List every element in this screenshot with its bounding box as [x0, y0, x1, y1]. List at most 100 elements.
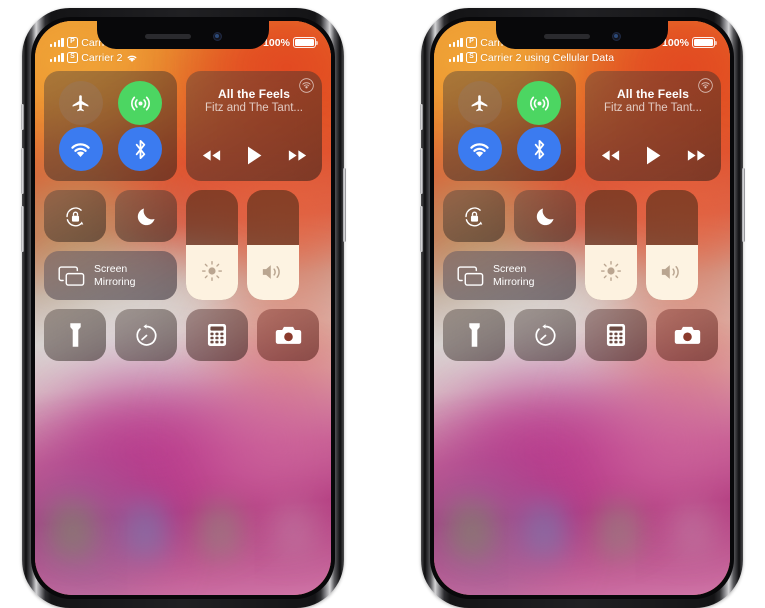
earpiece-speaker-icon — [543, 34, 590, 39]
calculator-button[interactable] — [585, 309, 647, 361]
brightness-slider[interactable] — [186, 190, 238, 300]
volume-icon — [262, 265, 280, 279]
wifi-toggle[interactable] — [58, 127, 103, 171]
now-playing-title: All the Feels — [218, 87, 290, 101]
mute-switch[interactable] — [419, 104, 423, 130]
screen-mirroring-label-line1: Screen — [493, 263, 527, 275]
signal-bars-sim1-icon — [449, 38, 463, 47]
cellular-data-toggle[interactable] — [118, 81, 163, 125]
phone-right-bezel: P Carrier 1 LTE 100% S Carrier 2 using C — [430, 17, 734, 599]
earpiece-speaker-icon — [144, 34, 191, 39]
rotation-lock-toggle[interactable] — [443, 190, 505, 242]
control-center-right: All the Feels Fitz and The Tant... Scree… — [434, 71, 730, 370]
cellular-data-toggle[interactable] — [517, 81, 562, 125]
sim2-badge: S — [67, 52, 78, 63]
carrier2-label: Carrier 2 using Cellular Data — [480, 51, 615, 64]
do-not-disturb-toggle[interactable] — [514, 190, 576, 242]
sim1-badge: P — [67, 37, 78, 48]
rewind-button[interactable] — [601, 149, 620, 162]
now-playing-artist: Fitz and The Tant... — [204, 102, 304, 114]
volume-down-button[interactable] — [419, 206, 423, 252]
screen-mirroring-label-line2: Mirroring — [94, 275, 136, 288]
flashlight-button[interactable] — [44, 309, 106, 361]
camera-button[interactable] — [257, 309, 319, 361]
screen-mirroring-label-line2: Mirroring — [493, 275, 535, 288]
screen-mirroring-tile[interactable]: Screen Mirroring — [44, 251, 177, 300]
volume-up-button[interactable] — [419, 148, 423, 194]
airplane-mode-toggle[interactable] — [58, 81, 103, 125]
phone-comparison-stage: P Carrier 1 LTE 100% S Carrier 2 — [0, 0, 765, 608]
fast-forward-button[interactable] — [288, 149, 307, 162]
airplane-icon — [471, 94, 488, 111]
screen-mirroring-label-line1: Screen — [94, 263, 128, 275]
brightness-icon — [201, 260, 223, 282]
airplane-icon — [72, 94, 89, 111]
flashlight-icon — [69, 323, 81, 347]
brightness-icon — [600, 260, 622, 282]
power-button[interactable] — [342, 168, 346, 242]
do-not-disturb-toggle[interactable] — [115, 190, 177, 242]
moon-icon — [137, 207, 155, 225]
phone-right-screen: P Carrier 1 LTE 100% S Carrier 2 using C — [434, 21, 730, 595]
timer-icon — [534, 323, 556, 346]
rotation-lock-toggle[interactable] — [44, 190, 106, 242]
carrier2-label: Carrier 2 — [81, 51, 123, 64]
bluetooth-icon — [135, 139, 145, 159]
rewind-button[interactable] — [202, 149, 221, 162]
flashlight-icon — [468, 323, 480, 347]
airplay-audio-icon[interactable] — [299, 78, 314, 93]
screen-mirroring-label: Screen Mirroring — [94, 263, 135, 288]
connectivity-tile[interactable] — [443, 71, 576, 181]
timer-button[interactable] — [115, 309, 177, 361]
wifi-toggle[interactable] — [457, 127, 502, 171]
signal-bars-sim2-icon — [449, 53, 463, 62]
moon-icon — [536, 207, 554, 225]
calculator-button[interactable] — [186, 309, 248, 361]
screen-mirroring-label: Screen Mirroring — [493, 263, 534, 288]
mute-switch[interactable] — [20, 104, 24, 130]
screen-mirroring-tile[interactable]: Screen Mirroring — [443, 251, 576, 300]
connectivity-tile[interactable] — [44, 71, 177, 181]
volume-icon — [661, 265, 679, 279]
now-playing-tile[interactable]: All the Feels Fitz and The Tant... — [585, 71, 721, 181]
flashlight-button[interactable] — [443, 309, 505, 361]
screen-mirroring-icon — [457, 265, 484, 286]
blurred-home-icons — [49, 503, 317, 595]
calculator-icon — [207, 324, 227, 346]
airplay-audio-icon[interactable] — [698, 78, 713, 93]
phone-left: P Carrier 1 LTE 100% S Carrier 2 — [20, 8, 346, 608]
utilities-row — [44, 309, 322, 361]
calculator-icon — [606, 324, 626, 346]
wifi-icon — [127, 55, 137, 62]
fast-forward-button[interactable] — [687, 149, 706, 162]
control-center-left: All the Feels Fitz and The Tant... Scree… — [35, 71, 331, 370]
now-playing-artist: Fitz and The Tant... — [603, 102, 703, 114]
sim1-badge: P — [466, 37, 477, 48]
brightness-slider[interactable] — [585, 190, 637, 300]
power-button[interactable] — [741, 168, 745, 242]
camera-button[interactable] — [656, 309, 718, 361]
bluetooth-toggle[interactable] — [517, 127, 562, 171]
wifi-icon — [470, 142, 489, 157]
phone-right: P Carrier 1 LTE 100% S Carrier 2 using C — [419, 8, 745, 608]
airplane-mode-toggle[interactable] — [457, 81, 502, 125]
play-button[interactable] — [646, 146, 661, 165]
volume-down-button[interactable] — [20, 206, 24, 252]
volume-slider[interactable] — [646, 190, 698, 300]
now-playing-tile[interactable]: All the Feels Fitz and The Tant... — [186, 71, 322, 181]
sim2-badge: S — [466, 52, 477, 63]
play-button[interactable] — [247, 146, 262, 165]
volume-up-button[interactable] — [20, 148, 24, 194]
front-camera-icon — [611, 32, 621, 41]
cellular-antenna-icon — [529, 96, 549, 110]
signal-bars-sim1-icon — [50, 38, 64, 47]
notch — [496, 21, 668, 49]
camera-icon — [674, 326, 700, 344]
battery-icon — [293, 37, 316, 48]
battery-icon — [692, 37, 715, 48]
phone-left-screen: P Carrier 1 LTE 100% S Carrier 2 — [35, 21, 331, 595]
volume-slider[interactable] — [247, 190, 299, 300]
timer-button[interactable] — [514, 309, 576, 361]
bluetooth-toggle[interactable] — [118, 127, 163, 171]
signal-bars-sim2-icon — [50, 53, 64, 62]
